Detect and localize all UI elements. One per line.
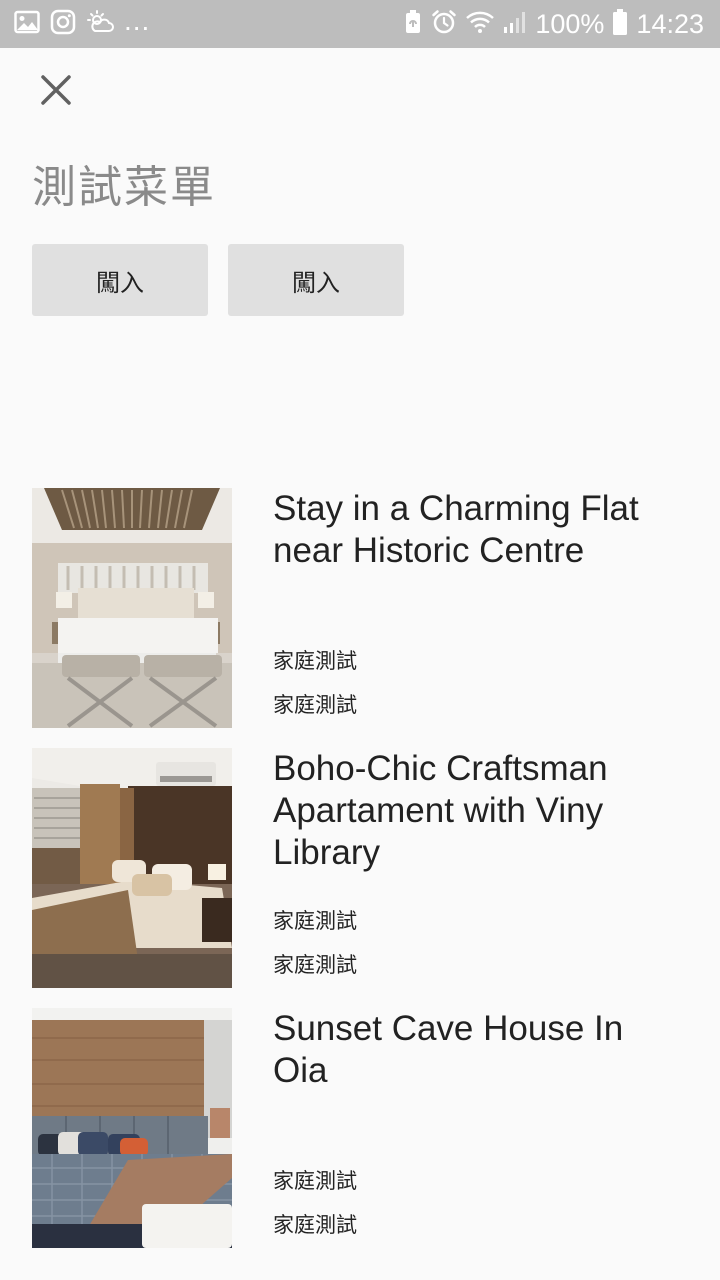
more-notifications-indicator: ...: [124, 5, 151, 36]
instagram-icon: [50, 9, 76, 39]
listing-item[interactable]: Stay in a Charming Flat near Historic Ce…: [32, 488, 688, 728]
close-button[interactable]: [30, 64, 82, 116]
alarm-icon: [431, 9, 457, 39]
listing-thumbnail[interactable]: [32, 488, 232, 728]
listing-item[interactable]: Sunset Cave House In Oia 家庭測試 家庭測試: [32, 1008, 688, 1248]
listing-subtitle: 家庭測試: [273, 693, 357, 717]
gallery-icon: [14, 10, 40, 38]
battery-icon: [612, 8, 628, 40]
break-in-button-2[interactable]: 闖入: [228, 244, 404, 316]
status-time: 14:23: [636, 9, 704, 39]
weather-icon: [86, 10, 114, 38]
listing-subtitle: 家庭測試: [273, 909, 357, 933]
battery-saver-icon: [403, 9, 423, 39]
listing-subtitle: 家庭測試: [273, 1169, 357, 1193]
status-bar: ... 100% 14:23: [0, 0, 720, 48]
status-bar-system: 100% 14:23: [403, 8, 704, 40]
listing-thumbnail[interactable]: [32, 1008, 232, 1248]
signal-icon: [503, 10, 527, 38]
listing-title[interactable]: Sunset Cave House In Oia: [273, 1008, 673, 1092]
break-in-button-1[interactable]: 闖入: [32, 244, 208, 316]
close-icon: [41, 75, 71, 105]
battery-percent: 100%: [535, 9, 605, 39]
listing-subtitle: 家庭測試: [273, 953, 357, 977]
listing-title[interactable]: Stay in a Charming Flat near Historic Ce…: [273, 488, 673, 572]
page-title: 測試菜單: [32, 162, 216, 213]
listing-title[interactable]: Boho-Chic Craftsman Apartament with Viny…: [273, 748, 673, 874]
status-bar-notifications: ...: [14, 5, 151, 40]
listing-item[interactable]: Boho-Chic Craftsman Apartament with Viny…: [32, 748, 688, 988]
listing-thumbnail[interactable]: [32, 748, 232, 988]
listing-subtitle: 家庭測試: [273, 649, 357, 673]
listing-subtitle: 家庭測試: [273, 1213, 357, 1237]
wifi-icon: [465, 10, 495, 38]
